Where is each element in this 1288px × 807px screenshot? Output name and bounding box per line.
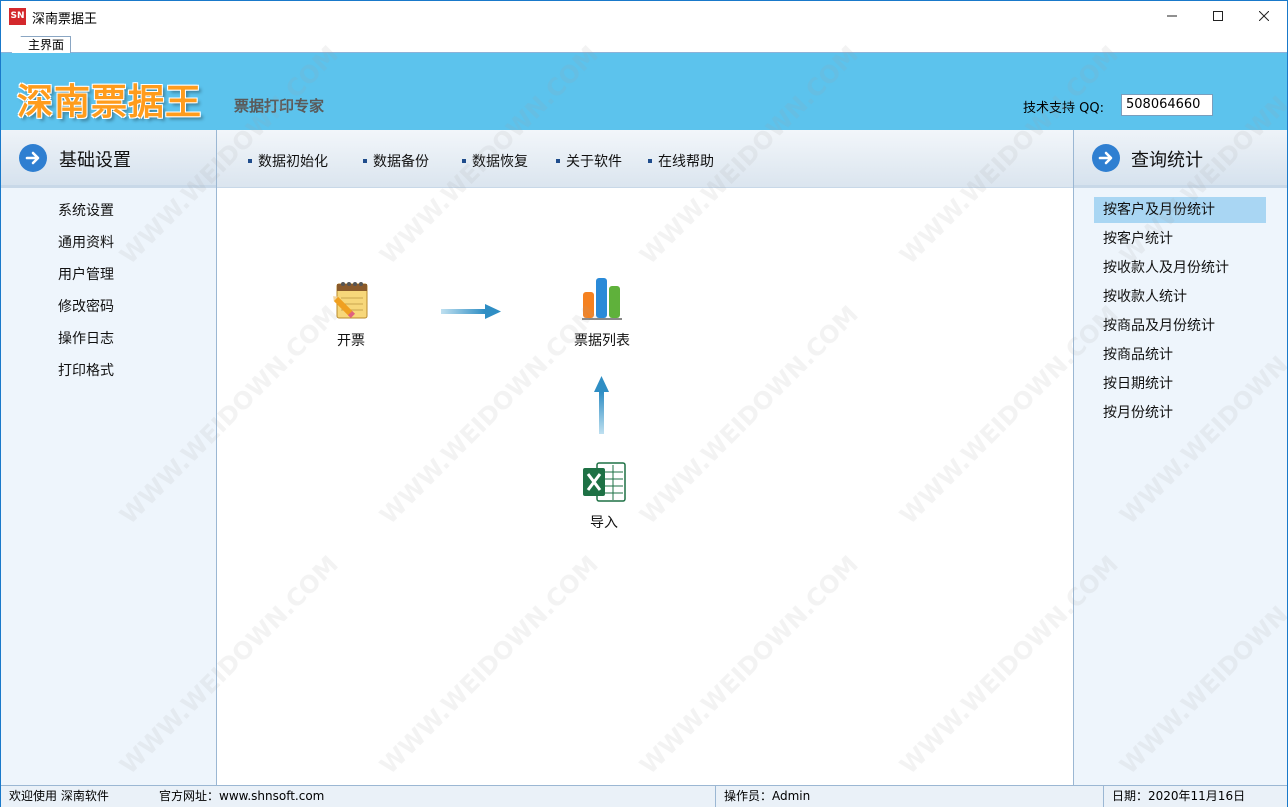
toolbar-data-restore[interactable]: 数据恢复 <box>462 151 528 171</box>
invoice-label: 开票 <box>337 333 365 349</box>
sidebar-item-user-management[interactable]: 用户管理 <box>58 264 114 284</box>
left-sidebar-header: 基础设置 <box>1 130 216 188</box>
toolbar-label: 数据恢复 <box>472 154 528 170</box>
flow-arrow-right-icon <box>441 304 501 319</box>
maximize-icon <box>1213 11 1223 21</box>
status-website: 官方网址：www.shnsoft.com <box>151 786 716 807</box>
notepad-pencil-icon <box>333 282 368 319</box>
tab-strip: 主界面 <box>1 31 1287 54</box>
right-sidebar: 查询统计 按客户及月份统计 按客户统计 按收款人及月份统计 按收款人统计 按商品… <box>1073 130 1287 785</box>
stats-item-payee-month[interactable]: 按收款人及月份统计 <box>1094 255 1266 281</box>
toolbar-label: 数据初始化 <box>258 154 328 170</box>
support-qq-field[interactable]: 508064660 <box>1121 94 1213 116</box>
sidebar-item-change-password[interactable]: 修改密码 <box>58 296 114 316</box>
stats-item-date[interactable]: 按日期统计 <box>1094 371 1266 397</box>
maximize-button[interactable] <box>1195 1 1241 31</box>
bar-chart-icon <box>582 278 622 320</box>
header-banner: 深南票据王 票据打印专家 技术支持 QQ: 508064660 <box>1 53 1287 130</box>
app-window: SN 深南票据王 主界面 深南票据王 票据打印专家 技术支持 QQ: 50806… <box>0 0 1288 807</box>
minimize-button[interactable] <box>1149 1 1195 31</box>
toolbar-label: 在线帮助 <box>658 154 714 170</box>
status-operator: 操作员：Admin <box>716 786 1104 807</box>
arrow-right-icon <box>1092 144 1120 172</box>
arrow-right-icon <box>19 144 47 172</box>
toolbar-label: 数据备份 <box>373 154 429 170</box>
toolbar-online-help[interactable]: 在线帮助 <box>648 151 714 171</box>
workflow-canvas: 开票 票据列表 导入 <box>217 188 1073 785</box>
import-label: 导入 <box>590 515 618 531</box>
toolbar-label: 关于软件 <box>566 154 622 170</box>
close-button[interactable] <box>1241 1 1287 31</box>
tab-main-screen[interactable]: 主界面 <box>11 36 72 54</box>
invoice-node[interactable]: 开票 <box>323 278 379 350</box>
right-sidebar-header: 查询统计 <box>1074 130 1287 188</box>
close-icon <box>1259 11 1269 21</box>
left-sidebar-title: 基础设置 <box>59 150 131 171</box>
stats-item-month[interactable]: 按月份统计 <box>1094 400 1266 426</box>
sidebar-item-common-data[interactable]: 通用资料 <box>58 232 114 252</box>
stats-item-product[interactable]: 按商品统计 <box>1094 342 1266 368</box>
app-logo-icon: SN <box>9 8 26 25</box>
ticket-list-node[interactable]: 票据列表 <box>567 276 637 350</box>
stats-item-payee[interactable]: 按收款人统计 <box>1094 284 1266 310</box>
stats-item-product-month[interactable]: 按商品及月份统计 <box>1094 313 1266 339</box>
toolbar-data-backup[interactable]: 数据备份 <box>363 151 429 171</box>
excel-icon <box>583 462 626 502</box>
ticket-list-label: 票据列表 <box>574 333 630 349</box>
status-welcome: 欢迎使用 深南软件 <box>9 789 109 803</box>
status-date: 日期：2020年11月16日 <box>1112 789 1246 803</box>
toolbar: 数据初始化 数据备份 数据恢复 关于软件 在线帮助 <box>217 130 1073 188</box>
window-title: 深南票据王 <box>32 12 98 27</box>
stats-item-customer-month[interactable]: 按客户及月份统计 <box>1094 197 1266 223</box>
import-node[interactable]: 导入 <box>579 460 629 532</box>
left-sidebar: 基础设置 系统设置 通用资料 用户管理 修改密码 操作日志 打印格式 <box>1 130 217 785</box>
sidebar-item-operation-log[interactable]: 操作日志 <box>58 328 114 348</box>
app-slogan: 票据打印专家 <box>234 97 325 115</box>
sidebar-item-print-format[interactable]: 打印格式 <box>58 360 114 380</box>
status-bar: 欢迎使用 深南软件 官方网址：www.shnsoft.com 操作员：Admin… <box>1 785 1287 807</box>
stats-item-customer[interactable]: 按客户统计 <box>1094 226 1266 252</box>
support-qq-label: 技术支持 QQ: <box>1023 101 1104 116</box>
app-logo-text: 深南票据王 <box>17 81 203 123</box>
minimize-icon <box>1167 15 1177 17</box>
sidebar-item-system-settings[interactable]: 系统设置 <box>58 200 114 220</box>
toolbar-data-init[interactable]: 数据初始化 <box>248 151 328 171</box>
toolbar-about[interactable]: 关于软件 <box>556 151 622 171</box>
title-bar[interactable]: SN 深南票据王 <box>1 1 1287 31</box>
flow-arrow-up-icon <box>594 376 609 434</box>
right-sidebar-title: 查询统计 <box>1131 150 1203 171</box>
